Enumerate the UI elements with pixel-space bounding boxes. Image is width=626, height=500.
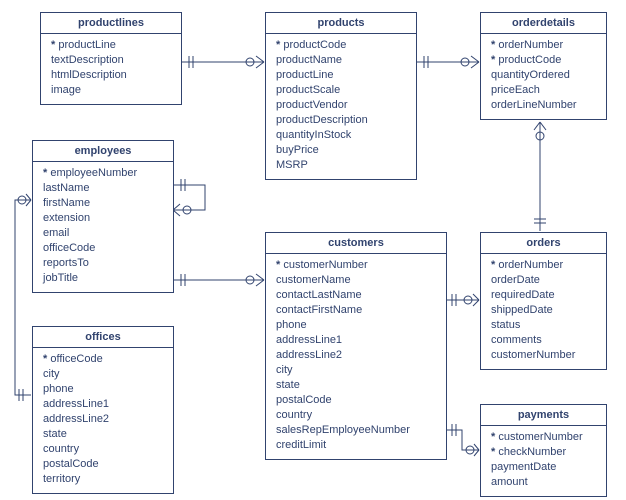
attr-email: email	[43, 226, 163, 241]
attr-lastName: lastName	[43, 181, 163, 196]
entity-offices: offices officeCodecityphoneaddressLine1a…	[32, 326, 174, 494]
attr-productDescription: productDescription	[276, 113, 406, 128]
attr-extension: extension	[43, 211, 163, 226]
attr-contactFirstName: contactFirstName	[276, 303, 436, 318]
attr-productCode: productCode	[276, 38, 406, 53]
attr-customerNumber: customerNumber	[491, 348, 596, 363]
attr-htmlDescription: htmlDescription	[51, 68, 171, 83]
attr-quantityOrdered: quantityOrdered	[491, 68, 596, 83]
attr-addressLine2: addressLine2	[276, 348, 436, 363]
attr-employeeNumber: employeeNumber	[43, 166, 163, 181]
attr-image: image	[51, 83, 171, 98]
attr-city: city	[43, 367, 163, 382]
entity-title: customers	[266, 233, 446, 254]
attr-customerNumber: customerNumber	[491, 430, 596, 445]
attr-phone: phone	[43, 382, 163, 397]
attr-customerName: customerName	[276, 273, 436, 288]
attr-officeCode: officeCode	[43, 352, 163, 367]
attr-shippedDate: shippedDate	[491, 303, 596, 318]
attr-buyPrice: buyPrice	[276, 143, 406, 158]
attr-productLine: productLine	[276, 68, 406, 83]
attr-comments: comments	[491, 333, 596, 348]
attr-creditLimit: creditLimit	[276, 438, 436, 453]
attr-productName: productName	[276, 53, 406, 68]
entity-title: offices	[33, 327, 173, 348]
attr-salesRepEmployeeNumber: salesRepEmployeeNumber	[276, 423, 436, 438]
attr-MSRP: MSRP	[276, 158, 406, 173]
attr-productVendor: productVendor	[276, 98, 406, 113]
attr-state: state	[276, 378, 436, 393]
entity-customers: customers customerNumbercustomerNamecont…	[265, 232, 447, 460]
attr-phone: phone	[276, 318, 436, 333]
attr-checkNumber: checkNumber	[491, 445, 596, 460]
attr-orderNumber: orderNumber	[491, 258, 596, 273]
attr-country: country	[276, 408, 436, 423]
entity-employees: employees employeeNumberlastNamefirstNam…	[32, 140, 174, 293]
attr-paymentDate: paymentDate	[491, 460, 596, 475]
attr-jobTitle: jobTitle	[43, 271, 163, 286]
attr-addressLine1: addressLine1	[276, 333, 436, 348]
attr-addressLine2: addressLine2	[43, 412, 163, 427]
entity-title: orderdetails	[481, 13, 606, 34]
attr-orderNumber: orderNumber	[491, 38, 596, 53]
attr-officeCode: officeCode	[43, 241, 163, 256]
entity-orders: orders orderNumberorderDaterequiredDates…	[480, 232, 607, 370]
attr-textDescription: textDescription	[51, 53, 171, 68]
attr-productCode: productCode	[491, 53, 596, 68]
entity-title: products	[266, 13, 416, 34]
attr-city: city	[276, 363, 436, 378]
attr-postalCode: postalCode	[276, 393, 436, 408]
attr-addressLine1: addressLine1	[43, 397, 163, 412]
entity-title: orders	[481, 233, 606, 254]
attr-productLine: productLine	[51, 38, 171, 53]
attr-country: country	[43, 442, 163, 457]
attr-requiredDate: requiredDate	[491, 288, 596, 303]
attr-reportsTo: reportsTo	[43, 256, 163, 271]
entity-title: productlines	[41, 13, 181, 34]
attr-contactLastName: contactLastName	[276, 288, 436, 303]
attr-status: status	[491, 318, 596, 333]
attr-amount: amount	[491, 475, 596, 490]
entity-products: products productCodeproductNameproductLi…	[265, 12, 417, 180]
entity-orderdetails: orderdetails orderNumberproductCodequant…	[480, 12, 607, 120]
entity-title: employees	[33, 141, 173, 162]
attr-state: state	[43, 427, 163, 442]
attr-quantityInStock: quantityInStock	[276, 128, 406, 143]
attr-productScale: productScale	[276, 83, 406, 98]
attr-orderDate: orderDate	[491, 273, 596, 288]
attr-firstName: firstName	[43, 196, 163, 211]
attr-priceEach: priceEach	[491, 83, 596, 98]
attr-orderLineNumber: orderLineNumber	[491, 98, 596, 113]
attr-customerNumber: customerNumber	[276, 258, 436, 273]
entity-title: payments	[481, 405, 606, 426]
entity-payments: payments customerNumbercheckNumberpaymen…	[480, 404, 607, 497]
entity-productlines: productlines productLinetextDescriptionh…	[40, 12, 182, 105]
attr-postalCode: postalCode	[43, 457, 163, 472]
attr-territory: territory	[43, 472, 163, 487]
